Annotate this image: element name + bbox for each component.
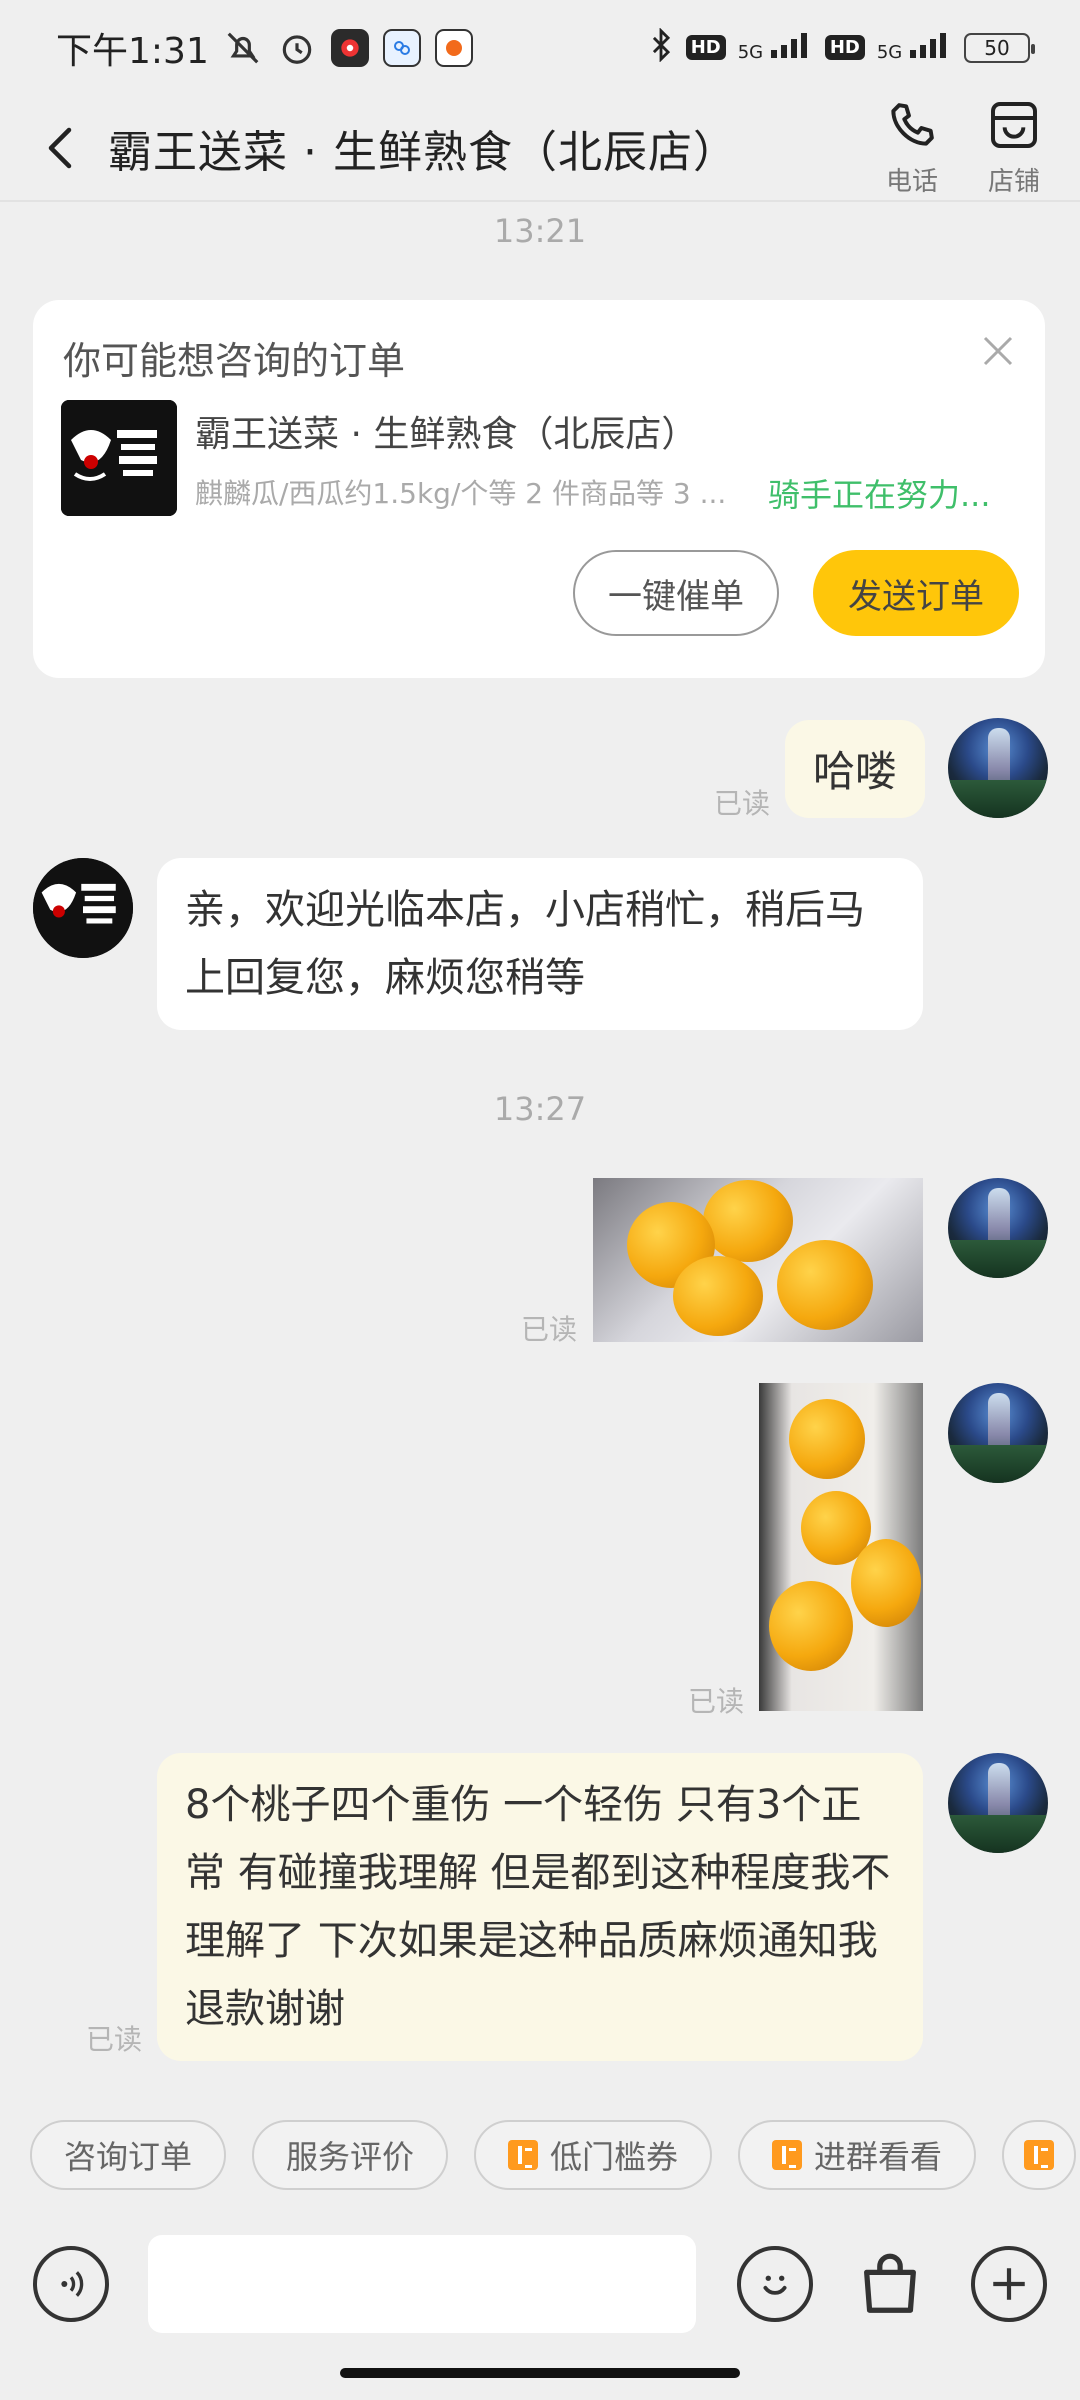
send-order-button[interactable]: 发送订单 bbox=[813, 550, 1019, 636]
signal-5g-icon-2: 5G bbox=[877, 32, 952, 63]
hd-badge-2: HD bbox=[824, 35, 865, 60]
chip-coupon[interactable]: 低门槛券 bbox=[474, 2120, 713, 2190]
phone-label: 电话 bbox=[885, 167, 938, 197]
read-receipt: 已读 bbox=[86, 2023, 143, 2056]
peach bbox=[673, 1256, 763, 1336]
user-avatar[interactable] bbox=[948, 718, 1048, 818]
message-bubble-me[interactable]: 8个桃子四个重伤 一个轻伤 只有3个正常 有碰撞我理解 但是都到这种程度我不理解… bbox=[157, 1753, 923, 2061]
order-shop-name: 霸王送菜 · 生鲜熟食（北辰店） bbox=[195, 414, 698, 455]
peach bbox=[769, 1581, 853, 1671]
peach bbox=[703, 1180, 793, 1262]
signal-label-2: 5G bbox=[876, 42, 903, 63]
chip-consult-order[interactable]: 咨询订单 bbox=[30, 2120, 227, 2190]
timestamp: 13:27 bbox=[493, 1090, 587, 1128]
chip-more[interactable] bbox=[1002, 2120, 1077, 2190]
hd-badge: HD bbox=[685, 35, 726, 60]
user-avatar[interactable] bbox=[948, 1383, 1048, 1483]
read-receipt: 已读 bbox=[521, 1313, 578, 1346]
close-button[interactable] bbox=[981, 334, 1015, 368]
message-input[interactable] bbox=[148, 2235, 696, 2333]
order-status: 骑手正在努力... bbox=[768, 476, 991, 514]
status-bar: 下午1:31 HD 5G HD 5G 50 bbox=[0, 0, 1080, 95]
shop-logo bbox=[61, 400, 177, 516]
coupon-icon bbox=[1024, 2140, 1055, 2170]
app-notification-icon bbox=[330, 28, 369, 67]
emoji-button[interactable] bbox=[737, 2246, 813, 2322]
emoji-icon bbox=[763, 2275, 787, 2295]
status-time: 下午1:31 bbox=[56, 30, 209, 72]
message-bubble-other[interactable]: 亲，欢迎光临本店，小店稍忙，稍后马上回复您，麻烦您稍等 bbox=[157, 858, 923, 1030]
orange-app-icon bbox=[434, 28, 473, 67]
chip-label: 进群看看 bbox=[814, 2138, 943, 2176]
signal-5g-icon: 5G bbox=[738, 32, 813, 63]
shop-logo-icon bbox=[61, 400, 177, 516]
chip-label: 咨询订单 bbox=[64, 2138, 193, 2176]
user-avatar[interactable] bbox=[948, 1178, 1048, 1278]
coupon-icon bbox=[508, 2140, 539, 2170]
shopping-bag-icon bbox=[864, 2253, 916, 2313]
bluetooth-icon bbox=[648, 27, 674, 67]
shop-logo-icon bbox=[33, 858, 133, 958]
plus-icon bbox=[993, 2268, 1025, 2300]
order-items: 麒麟瓜/西瓜约1.5kg/个等 2 件商品等 3 ... bbox=[195, 477, 727, 510]
home-indicator[interactable] bbox=[340, 2368, 740, 2378]
timestamp: 13:21 bbox=[493, 212, 587, 250]
read-receipt: 已读 bbox=[714, 787, 771, 820]
user-avatar[interactable] bbox=[948, 1753, 1048, 1853]
coupon-icon bbox=[772, 2140, 803, 2170]
cloud-app-icon bbox=[382, 28, 421, 67]
store-button[interactable]: 店铺 bbox=[986, 97, 1042, 198]
header-divider bbox=[0, 200, 1080, 202]
phone-button[interactable]: 电话 bbox=[884, 97, 940, 198]
page-title: 霸王送菜 · 生鲜熟食（北辰店） bbox=[108, 126, 738, 178]
voice-button[interactable] bbox=[33, 2246, 109, 2322]
order-suggestion-card: 你可能想咨询的订单 霸王送菜 · 生鲜熟食（北辰店） 麒麟瓜/西瓜约1.5kg/… bbox=[33, 300, 1045, 678]
battery-icon: 50 bbox=[964, 32, 1035, 63]
add-button[interactable] bbox=[971, 2246, 1047, 2322]
alarm-icon bbox=[277, 28, 317, 68]
back-button[interactable] bbox=[30, 118, 90, 178]
read-receipt: 已读 bbox=[688, 1685, 745, 1718]
quick-actions-bar: 咨询订单 服务评价 低门槛券 进群看看 bbox=[0, 2090, 1080, 2220]
chip-label: 低门槛券 bbox=[550, 2138, 679, 2176]
signal-label: 5G bbox=[737, 42, 764, 63]
battery-level: 50 bbox=[984, 35, 1010, 60]
peach bbox=[851, 1539, 921, 1627]
chip-join-group[interactable]: 进群看看 bbox=[738, 2120, 977, 2190]
close-icon bbox=[983, 336, 1013, 366]
voice-icon bbox=[61, 2271, 84, 2297]
chip-label: 服务评价 bbox=[286, 2138, 415, 2176]
message-bubble-me[interactable]: 哈喽 bbox=[785, 720, 926, 818]
message-photo[interactable] bbox=[593, 1178, 923, 1342]
mute-bell-icon bbox=[223, 28, 263, 68]
order-card-heading: 你可能想咨询的订单 bbox=[63, 339, 406, 383]
shop-avatar[interactable] bbox=[33, 858, 133, 958]
phone-icon bbox=[891, 103, 934, 146]
store-icon bbox=[991, 102, 1037, 148]
peach bbox=[789, 1399, 865, 1479]
message-photo[interactable] bbox=[759, 1383, 923, 1711]
urge-order-button[interactable]: 一键催单 bbox=[573, 550, 779, 636]
shopping-bag-button[interactable] bbox=[852, 2246, 928, 2322]
chat-header: 霸王送菜 · 生鲜熟食（北辰店） 电话 店铺 bbox=[0, 95, 1080, 200]
peach bbox=[777, 1240, 873, 1330]
store-label: 店铺 bbox=[987, 167, 1040, 197]
chip-service-review[interactable]: 服务评价 bbox=[252, 2120, 449, 2190]
chevron-left-icon bbox=[48, 127, 72, 168]
